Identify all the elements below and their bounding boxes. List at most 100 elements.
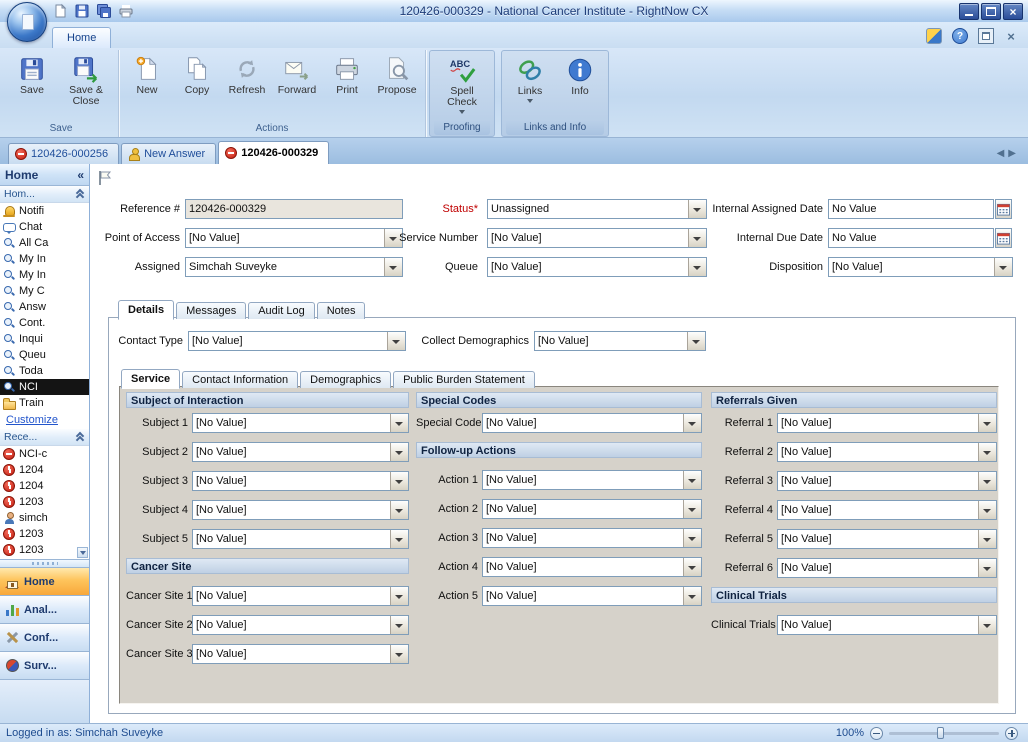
zoom-out-button[interactable] xyxy=(870,727,883,740)
tab-scroll-right-icon[interactable]: ▶ xyxy=(1008,148,1020,159)
tab-contact-information[interactable]: Contact Information xyxy=(182,371,298,388)
zoom-slider-thumb[interactable] xyxy=(937,727,944,739)
sidebar-item[interactable]: Inqui xyxy=(0,331,89,347)
qat-save-button[interactable] xyxy=(74,3,90,19)
sidebar-item[interactable]: Queu xyxy=(0,347,89,363)
feedback-icon[interactable] xyxy=(926,28,942,44)
print-button[interactable]: Print xyxy=(323,51,371,97)
tab-notes[interactable]: Notes xyxy=(317,302,366,319)
zoom-in-button[interactable] xyxy=(1005,727,1018,740)
flag-icon[interactable] xyxy=(96,169,114,187)
sidebar-item[interactable]: Train xyxy=(0,395,89,411)
disposition-dropdown[interactable]: [No Value] xyxy=(828,257,1013,277)
field-dropdown[interactable]: [No Value] xyxy=(192,442,409,462)
sidebar-item[interactable]: My In xyxy=(0,267,89,283)
recent-item[interactable]: 1203 xyxy=(0,526,89,542)
tab-public-burden-statement[interactable]: Public Burden Statement xyxy=(393,371,535,388)
field-dropdown[interactable]: [No Value] xyxy=(777,529,997,549)
recent-item[interactable]: 1203 xyxy=(0,542,89,558)
field-dropdown[interactable]: [No Value] xyxy=(192,413,409,433)
sidebar-group-recent[interactable]: Rece... xyxy=(0,429,89,446)
scroll-down-button[interactable] xyxy=(77,547,88,558)
qat-new-button[interactable] xyxy=(52,3,68,19)
calendar-button[interactable] xyxy=(995,199,1012,219)
field-dropdown[interactable]: [No Value] xyxy=(192,529,409,549)
tab-service[interactable]: Service xyxy=(121,369,180,389)
save-close-button[interactable]: Save & Close xyxy=(58,51,114,108)
queue-dropdown[interactable]: [No Value] xyxy=(487,257,707,277)
document-tab[interactable]: New Answer xyxy=(121,143,216,164)
field-dropdown[interactable]: [No Value] xyxy=(777,442,997,462)
collect-demographics-dropdown[interactable]: [No Value] xyxy=(534,331,706,351)
recent-item[interactable]: 1204 xyxy=(0,462,89,478)
field-dropdown[interactable]: [No Value] xyxy=(777,413,997,433)
internal-due-date-field[interactable]: No Value xyxy=(828,228,994,248)
links-button[interactable]: Links xyxy=(506,52,554,107)
recent-item[interactable]: NCI-c xyxy=(0,446,89,462)
close-document-icon[interactable] xyxy=(1004,29,1018,43)
document-tab[interactable]: 120426-000256 xyxy=(8,143,119,164)
field-dropdown[interactable]: [No Value] xyxy=(482,528,702,548)
spell-check-button[interactable]: ABC Spell Check xyxy=(434,52,490,118)
tab-messages[interactable]: Messages xyxy=(176,302,246,319)
forward-button[interactable]: Forward xyxy=(273,51,321,97)
application-orb[interactable] xyxy=(7,2,47,42)
document-tab[interactable]: 120426-000329 xyxy=(218,141,329,164)
sidebar-item[interactable]: Chat xyxy=(0,219,89,235)
field-dropdown[interactable]: [No Value] xyxy=(482,470,702,490)
field-dropdown[interactable]: [No Value] xyxy=(777,500,997,520)
help-icon[interactable] xyxy=(952,28,968,44)
close-button[interactable] xyxy=(1003,3,1023,20)
tab-scroll-left-icon[interactable]: ◀ xyxy=(997,148,1009,159)
propose-button[interactable]: Propose xyxy=(373,51,421,97)
internal-assigned-date-field[interactable]: No Value xyxy=(828,199,994,219)
collapse-sidebar-button[interactable]: « xyxy=(77,168,84,182)
ribbon-tab-home[interactable]: Home xyxy=(52,27,111,48)
sidebar-item[interactable]: Toda xyxy=(0,363,89,379)
sidebar-item[interactable]: My C xyxy=(0,283,89,299)
customize-link[interactable]: Customize xyxy=(0,411,89,429)
field-dropdown[interactable]: [No Value] xyxy=(482,557,702,577)
info-button[interactable]: Info xyxy=(556,52,604,98)
sidebar-nav-button[interactable]: Surv... xyxy=(0,651,89,679)
maximize-button[interactable] xyxy=(981,3,1001,20)
tab-demographics[interactable]: Demographics xyxy=(300,371,391,388)
field-dropdown[interactable]: [No Value] xyxy=(777,615,997,635)
sidebar-item[interactable]: NCI xyxy=(0,379,89,395)
assigned-dropdown[interactable]: Simchah Suveyke xyxy=(185,257,403,277)
zoom-slider[interactable] xyxy=(889,732,999,735)
sidebar-nav-button[interactable]: Conf... xyxy=(0,623,89,651)
field-dropdown[interactable]: [No Value] xyxy=(482,499,702,519)
new-button[interactable]: New xyxy=(123,51,171,97)
copy-button[interactable]: Copy xyxy=(173,51,221,97)
reference-field[interactable]: 120426-000329 xyxy=(185,199,403,219)
field-dropdown[interactable]: [No Value] xyxy=(192,500,409,520)
field-dropdown[interactable]: [No Value] xyxy=(482,586,702,606)
minimize-button[interactable] xyxy=(959,3,979,20)
tab-details[interactable]: Details xyxy=(118,300,174,320)
tab-audit-log[interactable]: Audit Log xyxy=(248,302,314,319)
field-dropdown[interactable]: [No Value] xyxy=(777,471,997,491)
contact-type-dropdown[interactable]: [No Value] xyxy=(188,331,406,351)
point-of-access-dropdown[interactable]: [No Value] xyxy=(185,228,403,248)
recent-item[interactable]: 1203 xyxy=(0,494,89,510)
field-dropdown[interactable]: [No Value] xyxy=(192,471,409,491)
field-dropdown[interactable]: [No Value] xyxy=(192,586,409,606)
sidebar-item[interactable]: Notifi xyxy=(0,203,89,219)
qat-save-all-button[interactable] xyxy=(96,3,112,19)
sidebar-item[interactable]: All Ca xyxy=(0,235,89,251)
restore-window-icon[interactable] xyxy=(978,28,994,44)
sidebar-nav-button[interactable]: Anal... xyxy=(0,595,89,623)
service-number-dropdown[interactable]: [No Value] xyxy=(487,228,707,248)
sidebar-group-home[interactable]: Hom... xyxy=(0,186,89,203)
recent-item[interactable]: 1204 xyxy=(0,478,89,494)
qat-print-button[interactable] xyxy=(118,3,134,19)
sidebar-nav-button[interactable]: Home xyxy=(0,567,89,595)
save-button[interactable]: Save xyxy=(8,51,56,97)
recent-item[interactable]: simch xyxy=(0,510,89,526)
field-dropdown[interactable]: [No Value] xyxy=(192,644,409,664)
field-dropdown[interactable]: [No Value] xyxy=(192,615,409,635)
field-dropdown[interactable]: [No Value] xyxy=(482,413,702,433)
sidebar-item[interactable]: Answ xyxy=(0,299,89,315)
status-dropdown[interactable]: Unassigned xyxy=(487,199,707,219)
